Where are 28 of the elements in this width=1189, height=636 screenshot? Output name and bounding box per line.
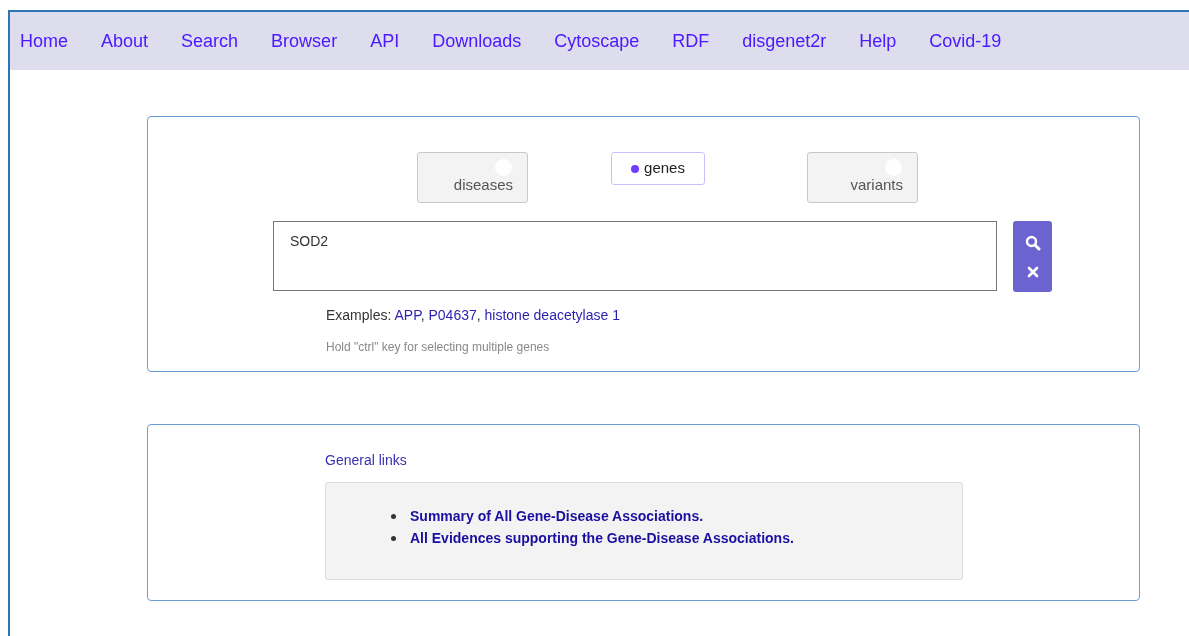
example-link[interactable]: P04637 — [428, 307, 477, 323]
nav-link[interactable]: Help — [859, 27, 897, 55]
examples-label: Examples: — [326, 307, 393, 323]
nav-link[interactable]: Downloads — [432, 27, 522, 55]
nav-link[interactable]: Home — [20, 27, 68, 55]
separator: , — [476, 307, 482, 323]
example-link[interactable]: APP — [394, 307, 421, 323]
nav-link[interactable]: disgenet2r — [742, 27, 827, 55]
nav-link[interactable]: RDF — [672, 27, 710, 55]
search-type-option[interactable]: diseases — [417, 152, 528, 203]
search-icon[interactable] — [1024, 234, 1041, 251]
nav-link[interactable]: Covid-19 — [929, 27, 1002, 55]
search-type-option[interactable]: variants — [807, 152, 918, 203]
section-title: General links — [325, 451, 408, 470]
nav-link[interactable]: Cytoscape — [554, 27, 640, 55]
nav-link[interactable]: Browser — [271, 27, 338, 55]
bullet-icon — [391, 513, 396, 519]
hint-text: Hold "ctrl" key for selecting multiple genes — [326, 339, 551, 356]
resource-link[interactable]: All Evidences supporting the Gene-Disease Associations. — [410, 527, 794, 549]
nav-link[interactable]: About — [101, 27, 149, 55]
clear-icon[interactable] — [1026, 266, 1039, 279]
resource-link[interactable]: Summary of All Gene-Disease Associations. — [410, 505, 704, 527]
bullet-icon — [391, 535, 396, 541]
nav-link[interactable]: API — [370, 27, 400, 55]
example-link[interactable]: histone deacetylase 1 — [484, 307, 620, 323]
nav-link[interactable]: Search — [181, 27, 239, 55]
search-type-option[interactable]: genes — [611, 152, 705, 185]
search-input[interactable]: SOD2 — [273, 221, 997, 291]
